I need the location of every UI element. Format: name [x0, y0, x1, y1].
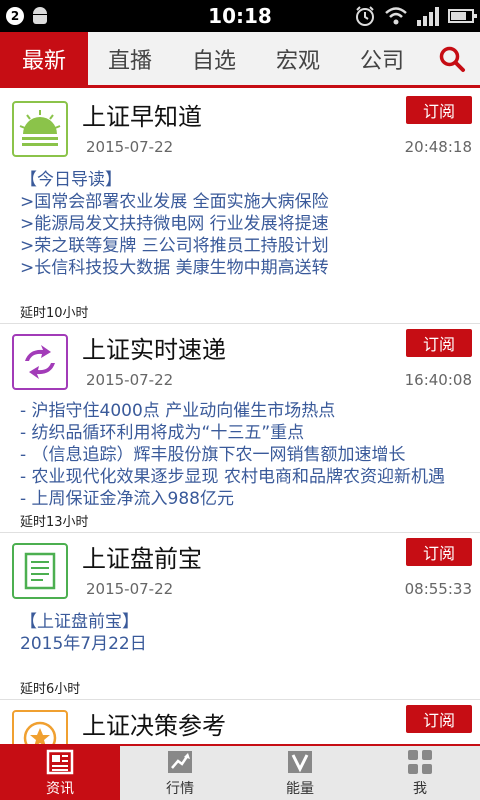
card-date: 2015-07-22 [86, 371, 174, 389]
status-bar: 2 10:18 [0, 0, 480, 32]
delay-label: 延时6小时 [20, 682, 81, 697]
status-time: 10:18 [208, 4, 272, 28]
card-title[interactable]: 上证实时速递 [82, 330, 226, 365]
card-title[interactable]: 上证盘前宝 [82, 539, 202, 574]
news-icon [45, 748, 75, 776]
headline[interactable]: - 沪指守住4000点 产业动向催生市场热点 [20, 400, 460, 422]
delay-label: 延时13小时 [20, 515, 89, 530]
headline[interactable]: - 纺织品循环利用将成为“十三五”重点 [20, 422, 460, 444]
headline[interactable]: >国常会部署农业发展 全面实施大病保险 [20, 191, 460, 213]
headline[interactable]: - 农业现代化效果逐步显现 农村电商和品牌农资迎新机遇 [20, 466, 460, 488]
card-title[interactable]: 上证早知道 [82, 97, 202, 132]
headline[interactable]: >长信科技投大数据 美康生物中期高送转 [20, 257, 460, 279]
card-date: 2015-07-22 [86, 138, 174, 156]
headline[interactable]: >荣之联等复牌 三公司将推员工持股计划 [20, 235, 460, 257]
bottom-tab-market[interactable]: 行情 [120, 746, 240, 800]
card-time: 08:55:33 [404, 580, 472, 598]
headline[interactable]: >能源局发文扶持微电网 行业发展将提速 [20, 213, 460, 235]
bottom-tab-label: 资讯 [46, 781, 74, 797]
bottom-tab-news[interactable]: 资讯 [0, 746, 120, 800]
tab-company[interactable]: 公司 [340, 32, 424, 85]
tab-watchlist[interactable]: 自选 [172, 32, 256, 85]
card-title[interactable]: 上证决策参考 [82, 706, 226, 741]
headline[interactable]: - 上周保证金净流入988亿元 [20, 488, 460, 510]
bottom-tab-me[interactable]: 我 [360, 746, 480, 800]
search-button[interactable] [424, 32, 480, 85]
subscribe-button[interactable]: 订阅 [406, 329, 472, 357]
delay-label: 延时10小时 [20, 306, 89, 321]
bottom-tab-label: 我 [413, 781, 427, 797]
feed-card[interactable]: 上证早知道 订阅 2015-07-22 20:48:18 【今日导读】 >国常会… [0, 91, 480, 324]
star-badge-icon [12, 710, 68, 744]
tab-macro[interactable]: 宏观 [256, 32, 340, 85]
battery-icon [448, 9, 477, 23]
headline[interactable]: - （信息追踪）辉丰股份旗下农一网销售额加速增长 [20, 444, 460, 466]
card-time: 20:48:18 [404, 138, 472, 156]
refresh-arrows-icon [12, 334, 68, 390]
tab-live[interactable]: 直播 [88, 32, 172, 85]
chart-icon [165, 748, 195, 776]
headline[interactable]: 【今日导读】 [20, 169, 460, 191]
headline[interactable]: 2015年7月22日 [20, 633, 460, 655]
feed-card[interactable]: 上证决策参考 订阅 [0, 700, 480, 744]
feed-card[interactable]: 上证实时速递 订阅 2015-07-22 16:40:08 - 沪指守住4000… [0, 324, 480, 533]
tab-latest[interactable]: 最新 [0, 32, 88, 85]
grid-icon [405, 748, 435, 776]
search-icon [439, 46, 465, 72]
news-feed[interactable]: 上证早知道 订阅 2015-07-22 20:48:18 【今日导读】 >国常会… [0, 91, 480, 744]
top-nav: 最新 直播 自选 宏观 公司 [0, 32, 480, 88]
bottom-tab-label: 行情 [166, 781, 194, 797]
v-icon [285, 748, 315, 776]
bottom-tab-label: 能量 [286, 781, 314, 797]
sunrise-icon [12, 101, 68, 157]
subscribe-button[interactable]: 订阅 [406, 96, 472, 124]
subscribe-button[interactable]: 订阅 [406, 538, 472, 566]
feed-card[interactable]: 上证盘前宝 订阅 2015-07-22 08:55:33 【上证盘前宝】 201… [0, 533, 480, 700]
card-time: 16:40:08 [404, 371, 472, 389]
card-date: 2015-07-22 [86, 580, 174, 598]
subscribe-button[interactable]: 订阅 [406, 705, 472, 733]
bottom-tab-bar: 资讯 行情 能量 我 [0, 744, 480, 800]
bottom-tab-energy[interactable]: 能量 [240, 746, 360, 800]
headline[interactable]: 【上证盘前宝】 [20, 611, 460, 633]
document-icon [12, 543, 68, 599]
